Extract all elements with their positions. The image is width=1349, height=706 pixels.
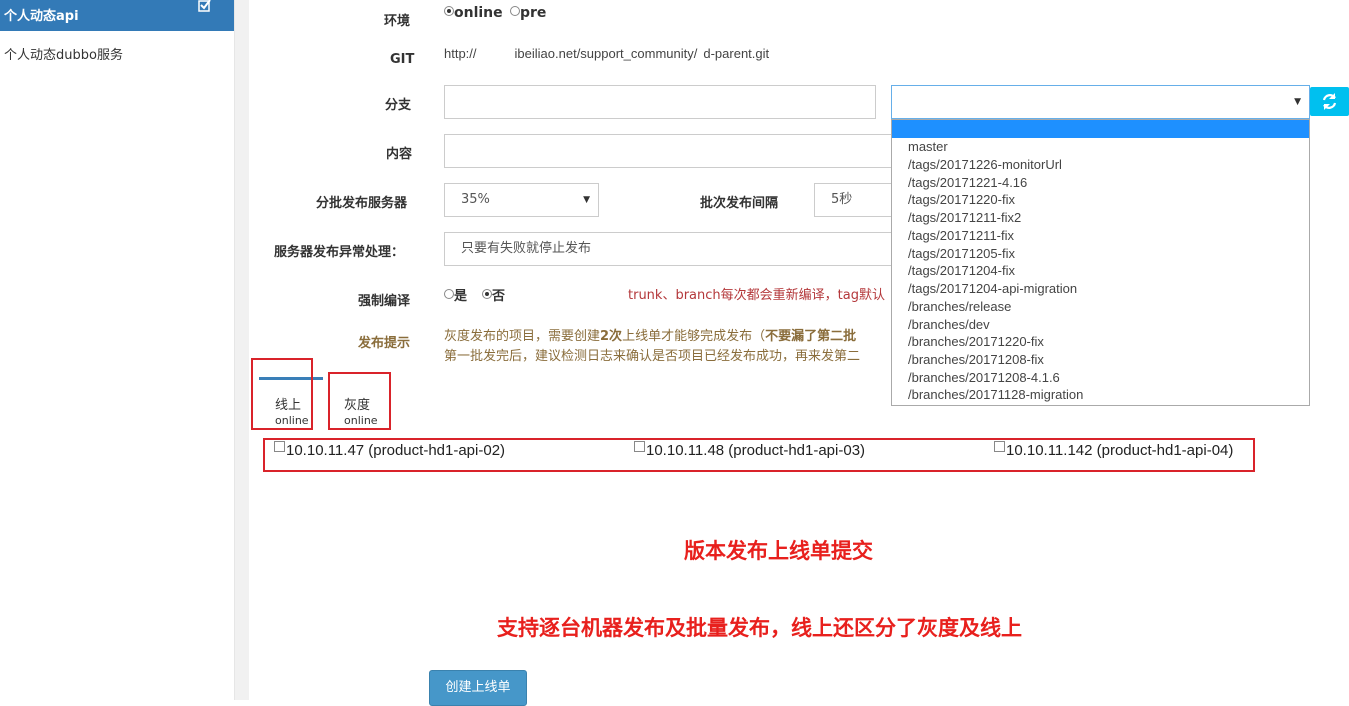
dropdown-option[interactable]: /tags/20171220-fix — [908, 192, 1015, 207]
refresh-button[interactable] — [1310, 87, 1349, 116]
tab-gray-label: 灰度 — [344, 398, 371, 413]
env-online-label: online — [454, 5, 503, 21]
radio-icon[interactable] — [510, 6, 520, 16]
tab-online-label: 线上 — [275, 398, 302, 413]
dropdown-option[interactable]: /branches/20171208-4.1.6 — [908, 370, 1060, 385]
tab-gray-sub: online — [344, 414, 378, 427]
dropdown-option[interactable]: /tags/20171211-fix — [908, 228, 1014, 243]
server-checkbox-1[interactable]: 10.10.11.47 (product-hd1-api-02) — [274, 441, 506, 459]
compile-no-label: 否 — [492, 289, 506, 304]
radio-icon[interactable] — [444, 6, 454, 16]
hint-line-2: 第一批发完后，建议检测日志来确认是否项目已经发布成功，再来发第二 — [444, 349, 861, 364]
chevron-down-icon: ▼ — [1294, 97, 1301, 107]
branch-dropdown-list[interactable]: master /tags/20171226-monitorUrl /tags/2… — [891, 119, 1310, 406]
env-label: 环境 — [384, 14, 411, 29]
dropdown-option[interactable]: /tags/20171204-api-migration — [908, 281, 1077, 296]
radio-icon[interactable] — [444, 289, 454, 299]
error-select[interactable]: 只要有失败就停止发布 — [444, 232, 904, 266]
sidebar-header[interactable]: 个人动态api — [0, 0, 234, 31]
server-checkbox-2[interactable]: 10.10.11.48 (product-hd1-api-03) — [634, 441, 866, 459]
dropdown-option[interactable]: /branches/release — [908, 299, 1011, 314]
git-url: http:// ibeiliao.net/support_community/d-… — [444, 46, 769, 61]
sidebar-title: 个人动态api — [4, 9, 79, 24]
branch-label: 分支 — [385, 98, 412, 113]
tab-online[interactable]: 线上 online — [275, 394, 309, 427]
git-url-mid: ibeiliao.net/support_community/ — [514, 46, 698, 61]
env-radio-online[interactable]: online — [444, 5, 503, 21]
server-label: 10.10.11.47 (product-hd1-api-02) — [286, 442, 506, 459]
hint-text: 上线单才能够完成发布（ — [622, 329, 766, 344]
content-input[interactable] — [444, 134, 904, 168]
error-label: 服务器发布异常处理： — [274, 245, 405, 260]
annotation-title: 版本发布上线单提交 — [684, 538, 873, 563]
hint-line-1: 灰度发布的项目，需要创建2次上线单才能够完成发布（不要漏了第二批 — [444, 325, 856, 344]
dropdown-option[interactable]: /branches/20171128-migration — [908, 387, 1083, 402]
tab-gray[interactable]: 灰度 online — [344, 394, 378, 427]
hint-label: 发布提示 — [358, 336, 411, 351]
server-label: 10.10.11.48 (product-hd1-api-03) — [646, 442, 866, 459]
dropdown-option[interactable]: /branches/20171220-fix — [908, 334, 1044, 349]
dropdown-option[interactable]: /branches/20171208-fix — [908, 352, 1044, 367]
tab-online-sub: online — [275, 414, 309, 427]
batch-label: 分批发布服务器 — [316, 196, 408, 211]
checkbox-edit-icon[interactable] — [198, 0, 212, 13]
compile-note: trunk、branch每次都会重新编译，tag默认 — [628, 288, 885, 303]
compile-yes-label: 是 — [454, 289, 468, 304]
dropdown-highlight-empty-option[interactable] — [892, 120, 1309, 138]
branch-select[interactable]: ▼ — [891, 85, 1310, 119]
checkbox-icon[interactable] — [634, 441, 645, 452]
dropdown-option[interactable]: master — [908, 139, 948, 154]
dropdown-option[interactable]: /tags/20171226-monitorUrl — [908, 157, 1062, 172]
git-label: GIT — [390, 52, 415, 67]
chevron-down-icon: ▼ — [583, 195, 590, 205]
error-select-value: 只要有失败就停止发布 — [461, 241, 592, 256]
annotation-description: 支持逐台机器发布及批量发布，线上还区分了灰度及线上 — [497, 615, 1022, 640]
compile-radio-yes[interactable]: 是 — [444, 285, 467, 304]
hint-bold: 2次 — [600, 329, 623, 344]
checkbox-icon[interactable] — [274, 441, 285, 452]
hint-text: 灰度发布的项目，需要创建 — [444, 329, 601, 344]
compile-radio-no[interactable]: 否 — [482, 285, 505, 304]
batch-select[interactable]: 35% ▼ — [444, 183, 599, 217]
batch-select-value: 35% — [461, 192, 490, 207]
branch-input[interactable] — [444, 85, 876, 119]
git-url-end: d-parent.git — [703, 46, 770, 61]
dropdown-option[interactable]: /tags/20171211-fix2 — [908, 210, 1021, 225]
server-checkbox-3[interactable]: 10.10.11.142 (product-hd1-api-04) — [994, 441, 1234, 459]
radio-icon[interactable] — [482, 289, 492, 299]
server-label: 10.10.11.142 (product-hd1-api-04) — [1006, 442, 1234, 459]
dropdown-option[interactable]: /tags/20171221-4.16 — [908, 175, 1027, 190]
dropdown-option[interactable]: /branches/dev — [908, 317, 990, 332]
sidebar: 个人动态api 个人动态dubbo服务 — [0, 0, 234, 700]
sidebar-gutter — [234, 0, 249, 700]
content-label: 内容 — [386, 147, 413, 162]
sidebar-item-dubbo[interactable]: 个人动态dubbo服务 — [4, 44, 123, 63]
hint-bold: 不要漏了第二批 — [765, 329, 857, 344]
refresh-icon — [1322, 93, 1337, 110]
compile-label: 强制编译 — [358, 294, 411, 309]
dropdown-option[interactable]: /tags/20171205-fix — [908, 246, 1015, 261]
checkbox-icon[interactable] — [994, 441, 1005, 452]
interval-label: 批次发布间隔 — [700, 196, 779, 211]
interval-select-value: 5秒 — [831, 192, 853, 207]
dropdown-option[interactable]: /tags/20171204-fix — [908, 263, 1015, 278]
env-radio-pre[interactable]: pre — [510, 5, 546, 21]
git-url-start: http:// — [444, 46, 477, 61]
create-release-button[interactable]: 创建上线单 — [429, 670, 527, 706]
env-pre-label: pre — [520, 5, 547, 21]
